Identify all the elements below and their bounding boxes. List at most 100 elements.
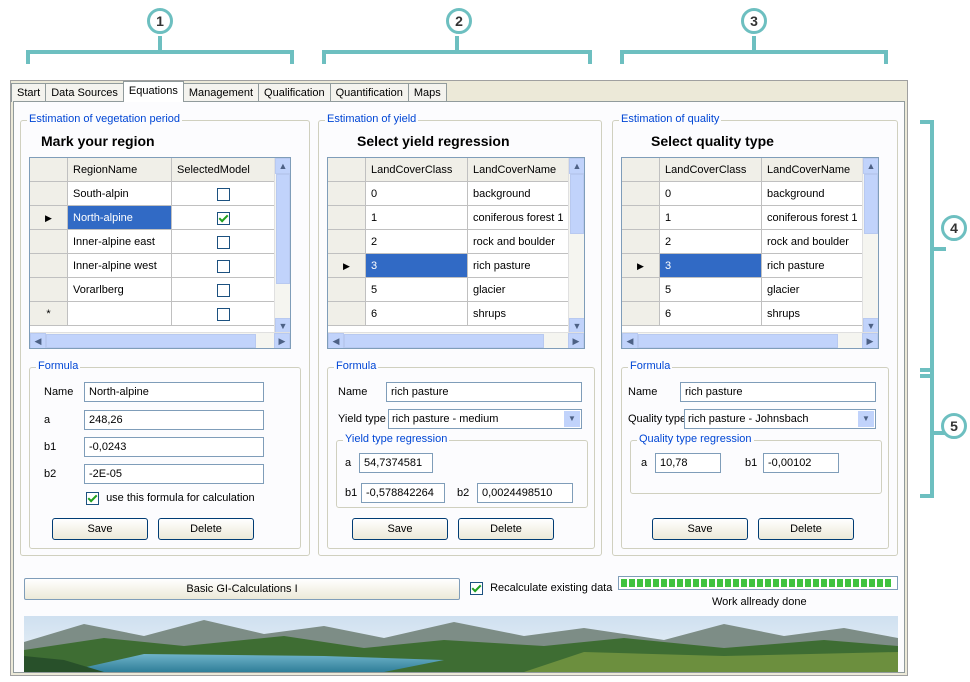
table-row[interactable]: South-alpin [30, 182, 276, 206]
column-header-regionname[interactable]: RegionName [68, 158, 172, 182]
land-cover-name-cell[interactable]: glacier [762, 278, 864, 302]
land-cover-name-cell[interactable]: glacier [468, 278, 570, 302]
table-row[interactable]: Inner-alpine west [30, 254, 276, 278]
table-row[interactable]: 0 background [328, 182, 570, 206]
table-row[interactable]: ▶ North-alpine [30, 206, 276, 230]
table-row[interactable]: 0 background [622, 182, 864, 206]
land-cover-name-cell[interactable]: background [762, 182, 864, 206]
quality-b1-field[interactable]: -0,00102 [763, 453, 839, 473]
selected-model-checkbox[interactable] [217, 211, 230, 225]
yield-save-button[interactable]: Save [352, 518, 448, 540]
tab-management[interactable]: Management [182, 83, 260, 102]
scroll-left-icon[interactable]: ◀ [30, 333, 46, 348]
yield-name-field[interactable]: rich pasture [386, 382, 582, 402]
yield-b2-field[interactable]: 0,0024498510 [477, 483, 573, 503]
quality-grid[interactable]: LandCoverClass LandCoverName 0 background… [621, 157, 879, 349]
checkmark-icon[interactable] [86, 492, 99, 505]
region-grid-hscrollbar[interactable]: ◀ ▶ [30, 332, 290, 348]
scroll-up-icon[interactable]: ▲ [569, 158, 584, 174]
land-cover-class-cell[interactable]: 5 [366, 278, 468, 302]
land-cover-class-cell[interactable]: 3 [660, 254, 762, 278]
land-cover-name-cell[interactable]: shrups [468, 302, 570, 326]
land-cover-class-cell[interactable]: 5 [660, 278, 762, 302]
region-name-cell[interactable]: Inner-alpine east [68, 230, 172, 254]
scroll-left-icon[interactable]: ◀ [328, 333, 344, 348]
column-header-landcovername[interactable]: LandCoverName [762, 158, 864, 182]
recalculate-checkbox[interactable]: Recalculate existing data [470, 582, 612, 595]
quality-grid-vscrollbar[interactable]: ▲ ▼ [862, 158, 878, 334]
table-row[interactable]: ▶ 3 rich pasture [622, 254, 864, 278]
row-pointer-icon[interactable]: ▶ [328, 254, 366, 278]
row-pointer-icon[interactable]: ▶ [30, 206, 68, 230]
tab-qualification[interactable]: Qualification [258, 83, 331, 102]
tab-start[interactable]: Start [11, 83, 47, 102]
land-cover-class-cell[interactable]: 2 [660, 230, 762, 254]
land-cover-class-cell[interactable]: 0 [660, 182, 762, 206]
table-row[interactable]: Inner-alpine east [30, 230, 276, 254]
use-formula-checkbox[interactable]: use this formula for calculation [86, 492, 255, 505]
column-header-landcoverclass[interactable]: LandCoverClass [660, 158, 762, 182]
yield-delete-button[interactable]: Delete [458, 518, 554, 540]
table-row[interactable]: 1 coniferous forest 1 [328, 206, 570, 230]
land-cover-class-cell[interactable]: 1 [660, 206, 762, 230]
land-cover-class-cell[interactable]: 6 [366, 302, 468, 326]
tab-quantification[interactable]: Quantification [329, 83, 409, 102]
new-row-icon[interactable]: * [30, 302, 68, 326]
scroll-up-icon[interactable]: ▲ [275, 158, 290, 174]
yield-type-select[interactable]: rich pasture - medium ▼ [388, 409, 582, 429]
table-row[interactable]: 2 rock and boulder [622, 230, 864, 254]
region-grid-vscrollbar[interactable]: ▲ ▼ [274, 158, 290, 334]
region-name-cell[interactable]: South-alpin [68, 182, 172, 206]
chevron-down-icon[interactable]: ▼ [858, 411, 874, 427]
region-grid[interactable]: RegionName SelectedModel South-alpin ▶ Nor… [29, 157, 291, 349]
yield-a-field[interactable]: 54,7374581 [359, 453, 433, 473]
b1-field[interactable]: -0,0243 [84, 437, 264, 457]
table-row[interactable]: 5 glacier [328, 278, 570, 302]
table-row[interactable]: ▶ 3 rich pasture [328, 254, 570, 278]
table-row[interactable]: * [30, 302, 276, 326]
tab-equations[interactable]: Equations [122, 81, 184, 102]
selected-model-checkbox[interactable] [217, 283, 230, 297]
column-header-landcoverclass[interactable]: LandCoverClass [366, 158, 468, 182]
column-header-selectedmodel[interactable]: SelectedModel [172, 158, 276, 182]
name-field[interactable]: North-alpine [84, 382, 264, 402]
table-row[interactable]: 5 glacier [622, 278, 864, 302]
table-row[interactable]: Vorarlberg [30, 278, 276, 302]
chevron-down-icon[interactable]: ▼ [564, 411, 580, 427]
selected-model-checkbox[interactable] [217, 259, 230, 273]
land-cover-name-cell[interactable]: rock and boulder [762, 230, 864, 254]
land-cover-name-cell[interactable]: shrups [762, 302, 864, 326]
quality-name-field[interactable]: rich pasture [680, 382, 876, 402]
quality-grid-hscrollbar[interactable]: ◀ ▶ [622, 332, 878, 348]
yield-grid-hscrollbar[interactable]: ◀ ▶ [328, 332, 584, 348]
land-cover-class-cell[interactable]: 1 [366, 206, 468, 230]
scroll-right-icon[interactable]: ▶ [568, 333, 584, 348]
tab-data-sources[interactable]: Data Sources [45, 83, 124, 102]
land-cover-name-cell[interactable]: coniferous forest 1 [762, 206, 864, 230]
column-header-landcovername[interactable]: LandCoverName [468, 158, 570, 182]
region-name-cell[interactable]: North-alpine [68, 206, 172, 230]
land-cover-class-cell[interactable]: 0 [366, 182, 468, 206]
yield-grid-vscrollbar[interactable]: ▲ ▼ [568, 158, 584, 334]
land-cover-name-cell[interactable]: background [468, 182, 570, 206]
land-cover-name-cell[interactable]: rock and boulder [468, 230, 570, 254]
selected-model-checkbox[interactable] [217, 307, 230, 321]
table-row[interactable]: 6 shrups [328, 302, 570, 326]
scroll-right-icon[interactable]: ▶ [274, 333, 290, 348]
quality-type-select[interactable]: rich pasture - Johnsbach ▼ [684, 409, 876, 429]
tab-maps[interactable]: Maps [407, 83, 447, 102]
b2-field[interactable]: -2E-05 [84, 464, 264, 484]
scroll-up-icon[interactable]: ▲ [863, 158, 878, 174]
scroll-left-icon[interactable]: ◀ [622, 333, 638, 348]
table-row[interactable]: 6 shrups [622, 302, 864, 326]
table-row[interactable]: 1 coniferous forest 1 [622, 206, 864, 230]
checkmark-icon[interactable] [470, 582, 483, 595]
scroll-right-icon[interactable]: ▶ [862, 333, 878, 348]
row-pointer-icon[interactable]: ▶ [622, 254, 660, 278]
basic-gi-calculations-button[interactable]: Basic GI-Calculations I [24, 578, 460, 600]
yield-grid[interactable]: LandCoverClass LandCoverName 0 background… [327, 157, 585, 349]
region-name-cell[interactable]: Inner-alpine west [68, 254, 172, 278]
region-name-cell[interactable] [68, 302, 172, 326]
land-cover-class-cell[interactable]: 6 [660, 302, 762, 326]
table-row[interactable]: 2 rock and boulder [328, 230, 570, 254]
